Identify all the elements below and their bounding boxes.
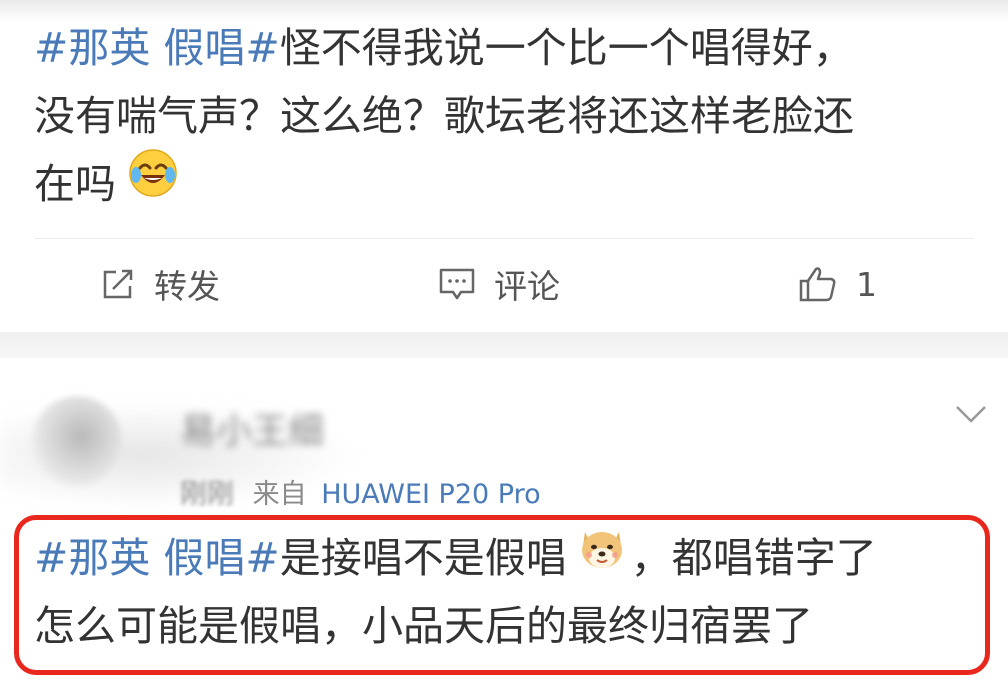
- post-meta: 刚刚 来自 HUAWEI P20 Pro: [180, 472, 541, 511]
- comment-icon: [439, 268, 475, 300]
- thumbs-up-icon: [799, 267, 836, 302]
- comment-label: 评论: [494, 267, 560, 306]
- device-source: HUAWEI P20 Pro: [321, 479, 541, 510]
- hashtag-link[interactable]: #那英 假唱#: [34, 24, 280, 72]
- chevron-down-icon[interactable]: [954, 402, 988, 426]
- like-count: 1: [856, 264, 877, 304]
- post-1-body: #那英 假唱#怪不得我说一个比一个唱得好， 没有喘气声？这么绝？歌坛老将还这样老…: [34, 14, 854, 218]
- divider: [34, 238, 974, 239]
- post-1-text: 怪不得我说一个比一个唱得好，: [279, 24, 854, 72]
- section-gap: [0, 332, 1008, 358]
- like-button[interactable]: 1: [798, 262, 877, 306]
- laughing-tears-emoji-icon: [128, 148, 178, 218]
- repost-label: 转发: [154, 267, 220, 306]
- source-prefix: 来自: [252, 479, 307, 510]
- share-icon: [103, 269, 133, 299]
- avatar[interactable]: [32, 396, 122, 486]
- post-card-1: #那英 假唱#怪不得我说一个比一个唱得好， 没有喘气声？这么绝？歌坛老将还这样老…: [0, 0, 1008, 332]
- post-1-text: 没有喘气声？这么绝？歌坛老将还这样老脸还: [34, 92, 854, 140]
- post-1-text: 在吗: [34, 160, 116, 208]
- post-1-line-1: #那英 假唱#怪不得我说一个比一个唱得好，: [34, 14, 854, 82]
- repost-button[interactable]: 转发: [100, 262, 220, 306]
- comment-button[interactable]: 评论: [438, 262, 560, 306]
- post-1-line-3: 在吗: [34, 148, 854, 218]
- red-highlight-box: [14, 515, 990, 675]
- post-time: 刚刚: [180, 479, 234, 510]
- username[interactable]: 易小王细: [180, 402, 324, 454]
- post-1-line-2: 没有喘气声？这么绝？歌坛老将还这样老脸还: [34, 82, 854, 150]
